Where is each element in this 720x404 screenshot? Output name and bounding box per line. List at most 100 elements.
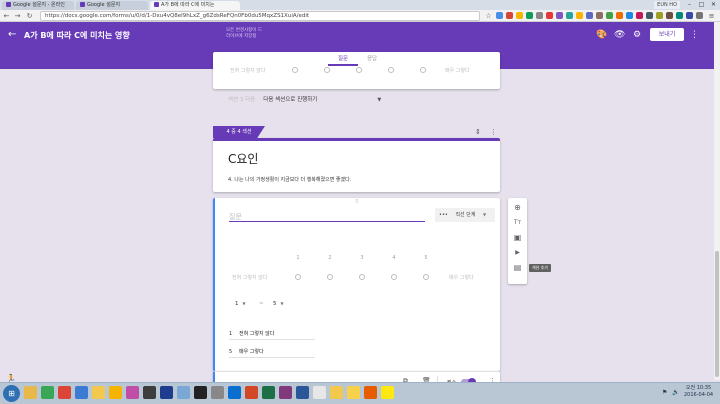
after-section-value: 다음 섹션으로 진행하기 (263, 97, 318, 103)
taskbar-chrome-icon[interactable] (58, 386, 71, 399)
extension-icon[interactable] (506, 12, 513, 19)
scale-number: 2 (328, 255, 332, 261)
clock[interactable]: 오전 10:35 2016-04-04 (684, 385, 713, 399)
maximize-icon[interactable]: □ (696, 0, 707, 9)
taskbar-talk-icon[interactable] (381, 386, 394, 399)
taskbar-monitor-icon[interactable] (160, 386, 173, 399)
taskbar-onenote-icon[interactable] (279, 386, 292, 399)
bookmark-star-icon[interactable]: ☆ (484, 11, 493, 21)
add-title-icon[interactable]: Tт (512, 217, 523, 228)
extension-icon[interactable] (676, 12, 683, 19)
browser-tab-1[interactable]: Google 설문지 - 온라인 (2, 1, 74, 10)
taskbar-star-icon[interactable] (330, 386, 343, 399)
flag-icon[interactable]: ⚑ (662, 389, 667, 396)
taskbar-photos-icon[interactable] (92, 386, 105, 399)
extension-icon[interactable] (576, 12, 583, 19)
browser-tab-2[interactable]: Google 설문지 (76, 1, 148, 10)
taskbar-outlook-icon[interactable] (228, 386, 241, 399)
minimize-icon[interactable]: – (684, 0, 695, 9)
taskbar-paint-icon[interactable] (126, 386, 139, 399)
section-title[interactable]: C요인 (228, 150, 258, 167)
radio-option (295, 274, 301, 280)
scale-min-select[interactable]: 1 ▼ (235, 301, 246, 307)
settings-gear-icon[interactable]: ⚙ (632, 30, 642, 40)
browser-tab-3-active[interactable]: A가 B에 따라 C에 미치는 (150, 1, 240, 10)
back-arrow-icon[interactable]: ← (8, 29, 16, 41)
extension-icon[interactable] (656, 12, 663, 19)
scale-low-label: 전혀 그렇지 않다 (232, 275, 268, 281)
reload-icon[interactable]: ↻ (25, 11, 34, 21)
taskbar-excel-icon[interactable] (262, 386, 275, 399)
taskbar-note-icon[interactable] (347, 386, 360, 399)
tab-questions[interactable]: 질문 (328, 54, 358, 62)
taskbar-camera-icon[interactable] (194, 386, 207, 399)
preview-eye-icon[interactable]: 👁 (614, 30, 625, 40)
extension-icon[interactable] (616, 12, 623, 19)
caret-down-icon: ▼ (242, 301, 246, 306)
profile-chip[interactable]: EUN HO (654, 1, 680, 9)
extension-icon[interactable] (546, 12, 553, 19)
add-section-icon[interactable]: ▤ (512, 262, 523, 273)
extension-icon[interactable] (556, 12, 563, 19)
active-tab-indicator (328, 64, 358, 66)
after-section-nav[interactable]: 섹션 3 다음 다음 섹션으로 진행하기 ▼ (228, 95, 381, 103)
drag-handle-icon[interactable]: ⠿ (355, 199, 359, 205)
more-vert-icon[interactable]: ⋮ (690, 30, 699, 40)
page-scrollbar[interactable] (714, 22, 720, 380)
taskbar-people-icon[interactable] (177, 386, 190, 399)
collapse-icon[interactable]: ⇕ (475, 128, 481, 136)
min-label-input[interactable]: 1 전혀 그렇지 않다 (229, 330, 315, 340)
taskbar-music-icon[interactable] (143, 386, 156, 399)
question-title-input[interactable]: 질문 (229, 212, 425, 222)
add-section-tooltip: 섹션 추가 (529, 264, 551, 272)
extension-icon[interactable] (566, 12, 573, 19)
extension-icon[interactable] (646, 12, 653, 19)
extension-icon[interactable] (626, 12, 633, 19)
extension-icon[interactable] (686, 12, 693, 19)
taskbar-drive-icon[interactable] (41, 386, 54, 399)
taskbar-smile-icon[interactable] (109, 386, 122, 399)
extension-icon[interactable] (606, 12, 613, 19)
section-badge: 4 중 4 섹션 (213, 126, 265, 138)
form-title[interactable]: A가 B에 따라 C에 미치는 영향 (24, 30, 130, 41)
clock-time: 오전 10:35 (685, 385, 712, 391)
tab-responses[interactable]: 응답 (357, 54, 387, 62)
taskbar-notes-icon[interactable] (313, 386, 326, 399)
extension-icon[interactable] (596, 12, 603, 19)
question-type-select[interactable]: ••• 직선 단계 ▼ (435, 208, 495, 222)
add-video-icon[interactable]: ▶ (512, 247, 523, 258)
back-icon[interactable]: ← (2, 11, 11, 21)
add-image-icon[interactable]: ▣ (512, 232, 523, 243)
send-button[interactable]: 보내기 (650, 28, 684, 41)
extension-icon[interactable] (536, 12, 543, 19)
scrollbar-thumb[interactable] (715, 251, 719, 377)
taskbar-powerpoint-icon[interactable] (245, 386, 258, 399)
max-label-input[interactable]: 5 매우 그렇다 (229, 348, 315, 358)
extension-icon[interactable] (666, 12, 673, 19)
taskbar-ie-icon[interactable] (75, 386, 88, 399)
url-input[interactable]: https://docs.google.com/forms/u/0/d/1-Dx… (40, 11, 480, 21)
palette-icon[interactable]: 🎨 (596, 30, 607, 40)
volume-icon[interactable]: 🔊 (672, 389, 679, 396)
close-window-icon[interactable]: ✕ (708, 0, 719, 9)
start-button[interactable]: ⊞ (3, 385, 20, 402)
forward-icon[interactable]: → (13, 11, 22, 21)
section-description[interactable]: 4. 나는 나의 가정생활이 지금보다 더 행복해졌으면 좋겠다. (228, 176, 351, 183)
radio-option (327, 274, 333, 280)
radio-option (420, 67, 426, 73)
extension-icon[interactable] (586, 12, 593, 19)
extension-icon[interactable] (636, 12, 643, 19)
add-question-icon[interactable]: ⊕ (512, 202, 523, 213)
chrome-menu-icon[interactable]: ≡ (707, 11, 716, 21)
taskbar-word-icon[interactable] (296, 386, 309, 399)
scale-max-select[interactable]: 5 ▼ (273, 301, 284, 307)
extension-icon[interactable] (496, 12, 503, 19)
extension-icon[interactable] (516, 12, 523, 19)
taskbar-gear-icon[interactable] (211, 386, 224, 399)
taskbar-explorer-icon[interactable] (24, 386, 37, 399)
taskbar-cart-icon[interactable] (364, 386, 377, 399)
extension-icon[interactable] (696, 12, 703, 19)
caret-down-icon[interactable]: ▼ (377, 97, 381, 103)
section-more-icon[interactable]: ⋮ (490, 128, 497, 136)
extension-icon[interactable] (526, 12, 533, 19)
